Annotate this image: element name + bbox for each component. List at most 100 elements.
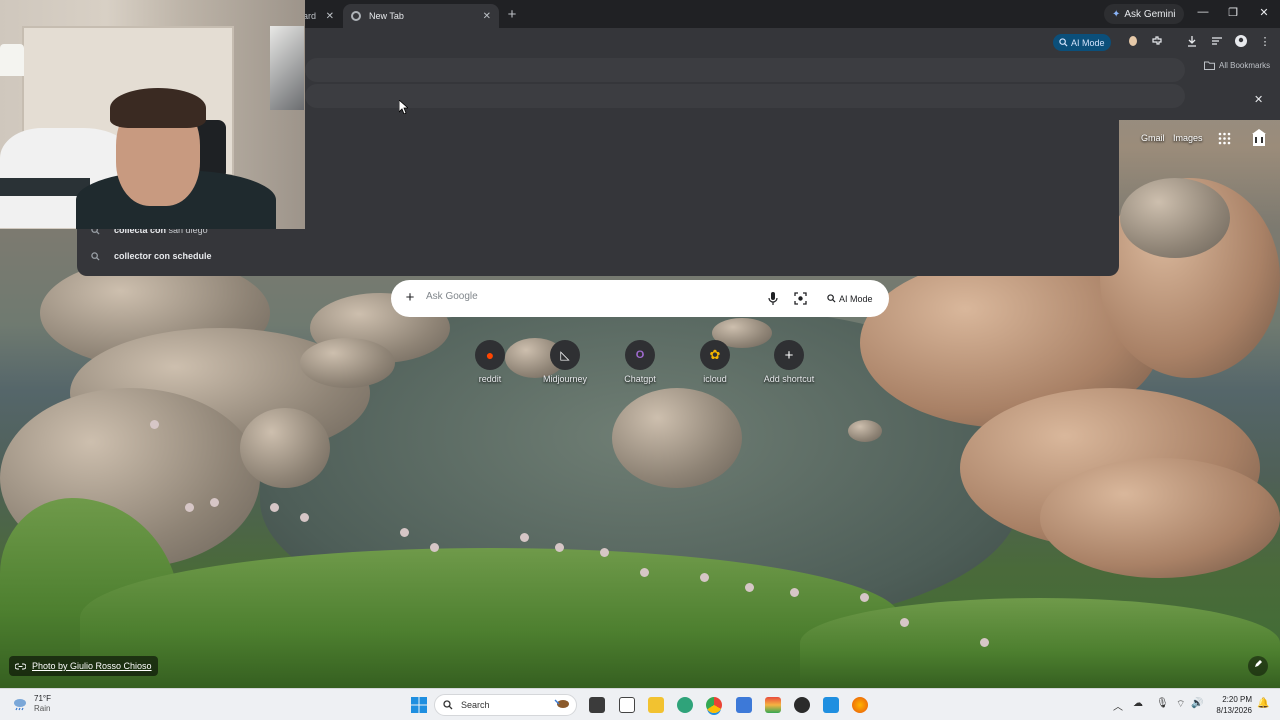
- search-box[interactable]: + Ask Google AI Mode: [391, 280, 889, 317]
- lamp: [0, 44, 24, 76]
- suggestion-item[interactable]: collector con schedule: [91, 246, 212, 266]
- restore-button[interactable]: ❐: [1223, 6, 1243, 19]
- midjourney-icon: ◺: [550, 340, 580, 370]
- flower: [555, 543, 564, 552]
- close-tab-icon[interactable]: ✕: [326, 11, 334, 22]
- weather-widget[interactable]: 71°F Rain: [12, 694, 51, 714]
- suggestion-bold-text: collector con schedule: [114, 251, 212, 261]
- extensions-icon[interactable]: [1150, 35, 1164, 49]
- shortcut-label: reddit: [478, 374, 502, 384]
- reading-list-icon[interactable]: [1210, 35, 1224, 49]
- github-desktop-icon[interactable]: [794, 697, 810, 713]
- add-shortcut-button[interactable]: + Add shortcut: [754, 340, 824, 384]
- flower: [520, 533, 529, 542]
- taskbar-search[interactable]: Search: [434, 694, 577, 716]
- shortcut-midjourney[interactable]: ◺ Midjourney: [530, 340, 600, 384]
- tab-title: New Tab: [369, 11, 404, 21]
- webcam-overlay: [0, 0, 305, 229]
- omnibox-suggestion-bar[interactable]: [305, 58, 1185, 82]
- microphone-icon[interactable]: [768, 292, 778, 310]
- rock: [612, 388, 742, 488]
- shortcut-reddit[interactable]: ● reddit: [455, 340, 525, 384]
- close-window-button[interactable]: ✕: [1254, 6, 1274, 19]
- link-icon: [15, 662, 26, 670]
- windows-start-icon[interactable]: [411, 697, 427, 713]
- file-explorer-icon[interactable]: [648, 697, 664, 713]
- blanket: [0, 178, 90, 196]
- lens-icon[interactable]: [794, 292, 807, 310]
- add-icon[interactable]: +: [403, 289, 417, 307]
- account-avatar[interactable]: [1250, 128, 1268, 148]
- all-bookmarks-button[interactable]: All Bookmarks: [1204, 61, 1270, 70]
- chrome-icon: [351, 11, 361, 21]
- microphone-tray-icon[interactable]: 🎙: [1156, 698, 1169, 709]
- edge-icon[interactable]: [677, 697, 693, 713]
- search-placeholder[interactable]: Ask Google: [426, 291, 478, 302]
- new-tab-button[interactable]: +: [504, 6, 520, 23]
- omnibox-suggestion-bar[interactable]: [305, 84, 1185, 108]
- gmail-link[interactable]: Gmail: [1141, 133, 1165, 143]
- photos-app-icon[interactable]: [823, 697, 839, 713]
- shortcut-label: icloud: [703, 374, 727, 384]
- flower: [790, 588, 799, 597]
- rock: [1120, 178, 1230, 258]
- firefox-icon[interactable]: [852, 697, 868, 713]
- images-link[interactable]: Images: [1173, 133, 1203, 143]
- customize-pencil-icon[interactable]: [1248, 656, 1268, 676]
- photo-credit[interactable]: Photo by Giulio Rosso Chioso: [9, 656, 158, 676]
- shortcut-label: Chatgpt: [624, 374, 656, 384]
- flower: [860, 593, 869, 602]
- rock: [848, 420, 882, 442]
- flower: [980, 638, 989, 647]
- grass: [800, 598, 1280, 688]
- onedrive-icon[interactable]: ☁: [1133, 698, 1143, 709]
- rock: [240, 408, 330, 488]
- wifi-icon[interactable]: ⌔: [1176, 698, 1185, 711]
- notification-bell-icon[interactable]: 🔔: [1257, 698, 1269, 709]
- stack-app-icon[interactable]: [765, 697, 781, 713]
- ask-gemini-button[interactable]: ✦ Ask Gemini: [1104, 4, 1184, 24]
- close-infobar-icon[interactable]: ✕: [1254, 93, 1263, 106]
- download-icon[interactable]: [1185, 35, 1199, 49]
- mouse-cursor-icon: [398, 99, 410, 119]
- weather-condition: Rain: [34, 704, 51, 713]
- time: 2:20 PM: [1222, 695, 1252, 704]
- rain-cloud-icon: [14, 699, 26, 711]
- photo-credit-text: Photo by Giulio Rosso Chioso: [32, 661, 152, 671]
- windows-taskbar: 71°F Rain Search ︿ ☁ 🎙 ⌔ 🔊 2:20 PM 8/13/…: [0, 688, 1280, 720]
- avatar[interactable]: [1234, 35, 1248, 49]
- minimize-button[interactable]: —: [1193, 6, 1213, 18]
- search-sparkle-icon: [1059, 38, 1068, 47]
- close-tab-icon[interactable]: ✕: [483, 11, 491, 22]
- menu-icon[interactable]: ⋮: [1258, 35, 1272, 49]
- search-icon: [91, 251, 100, 261]
- chrome-taskbar-icon[interactable]: [706, 697, 722, 713]
- search-icon: [443, 700, 453, 710]
- all-bookmarks-label: All Bookmarks: [1219, 61, 1271, 70]
- flower: [640, 568, 649, 577]
- ai-mode-button[interactable]: AI Mode: [1053, 34, 1111, 51]
- apps-grid-icon[interactable]: [1218, 132, 1231, 150]
- profile-extension-icon[interactable]: [1126, 35, 1140, 49]
- notes-app-icon[interactable]: [736, 697, 752, 713]
- flower: [745, 583, 754, 592]
- icloud-icon: ✿: [700, 340, 730, 370]
- show-hidden-icons-chevron-icon[interactable]: ︿: [1113, 698, 1123, 713]
- search-highlight-icon: [554, 698, 570, 712]
- notepad-icon[interactable]: [619, 697, 635, 713]
- taskbar-clock[interactable]: 2:20 PM 8/13/2026: [1206, 694, 1252, 716]
- volume-icon[interactable]: 🔊: [1191, 698, 1203, 709]
- tab-new-tab[interactable]: New Tab ✕: [343, 4, 499, 28]
- plus-icon: +: [774, 340, 804, 370]
- flower: [210, 498, 219, 507]
- task-view-icon[interactable]: [589, 697, 605, 713]
- flower: [270, 503, 279, 512]
- gemini-icon: ✦: [1112, 8, 1121, 20]
- shortcut-icloud[interactable]: ✿ icloud: [680, 340, 750, 384]
- ai-mode-search-button[interactable]: AI Mode: [821, 289, 879, 308]
- shortcut-chatgpt[interactable]: O Chatgpt: [605, 340, 675, 384]
- reddit-icon: ●: [475, 340, 505, 370]
- flower: [700, 573, 709, 582]
- flower: [430, 543, 439, 552]
- flower: [600, 548, 609, 557]
